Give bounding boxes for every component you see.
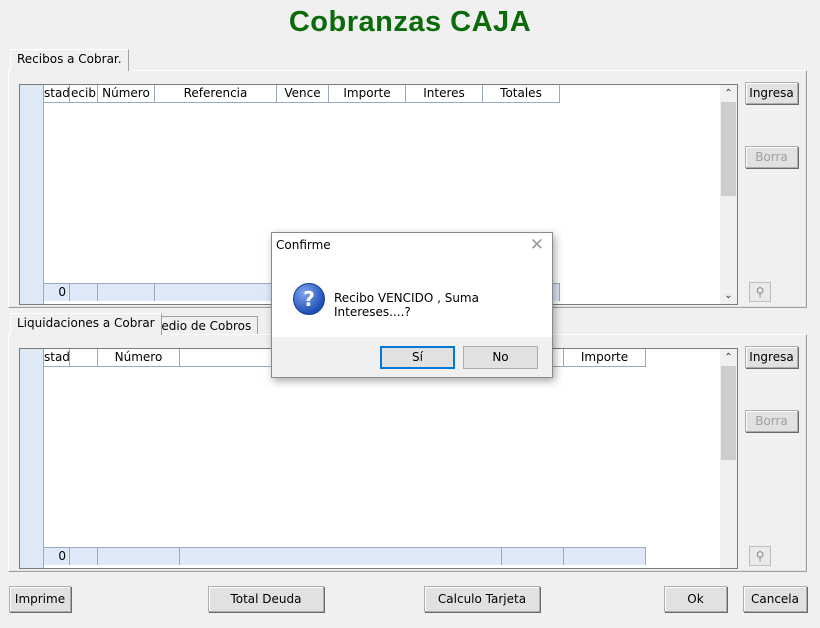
column-header-interes[interactable]: Interes (406, 85, 483, 103)
footer-cell (564, 547, 646, 565)
footer-cell (70, 547, 98, 565)
dialog-message: Recibo VENCIDO , Suma Intereses....? (334, 291, 479, 319)
no-button[interactable]: No (463, 346, 538, 369)
liquidaciones-scrollbar[interactable]: ⌃ (720, 349, 737, 568)
footer-cell (502, 547, 564, 565)
question-icon: ? (293, 283, 325, 315)
confirm-dialog: Confirme ✕ ? Recibo VENCIDO , Suma Inter… (271, 232, 553, 378)
dialog-title: Confirme (276, 238, 331, 252)
footer-cell (70, 283, 98, 301)
scroll-down-icon[interactable]: ⌄ (720, 287, 737, 304)
footer-count: 0 (44, 547, 70, 565)
close-icon[interactable]: ✕ (530, 235, 544, 255)
total-deuda-button[interactable]: Total Deuda (208, 586, 324, 612)
scroll-up-icon[interactable]: ⌃ (720, 85, 737, 102)
dialog-body: ? Recibo VENCIDO , Suma Intereses....? (272, 259, 552, 337)
column-header-estado[interactable]: stad (44, 349, 70, 367)
footer-count: 0 (44, 283, 70, 301)
column-header-totales[interactable]: Totales (483, 85, 560, 103)
ok-button[interactable]: Ok (664, 586, 727, 612)
footer-cell (98, 283, 155, 301)
liquidaciones-grid[interactable]: stad Número Importe 0 ⌃ (19, 348, 738, 569)
liquidaciones-grid-footer: 0 (44, 547, 646, 565)
window-title: Cobranzas CAJA (288, 6, 532, 38)
column-header-referencia[interactable]: Referencia (155, 85, 277, 103)
column-header-importe[interactable]: Importe (564, 349, 646, 367)
column-header-importe[interactable]: Importe (329, 85, 406, 103)
tab-liquidaciones-a-cobrar[interactable]: Liquidaciones a Cobrar (10, 313, 162, 335)
imprime-button[interactable]: Imprime (9, 586, 71, 612)
grid-row-header (20, 85, 44, 304)
search-icon[interactable]: ⚲ (749, 546, 771, 566)
calculo-tarjeta-button[interactable]: Calculo Tarjeta (424, 586, 540, 612)
recibos-grid-header: stad ecib Número Referencia Vence Import… (44, 85, 560, 103)
scroll-up-icon[interactable]: ⌃ (720, 349, 737, 366)
column-header-numero[interactable]: Número (98, 85, 155, 103)
cancela-button[interactable]: Cancela (743, 586, 807, 612)
liquidaciones-borra-button[interactable]: Borra (745, 410, 798, 432)
recibos-ingresa-button[interactable]: Ingresa (745, 82, 798, 104)
column-header-vence[interactable]: Vence (277, 85, 329, 103)
dialog-titlebar: Confirme ✕ (272, 233, 552, 259)
recibos-scrollbar[interactable]: ⌃ ⌄ (720, 85, 737, 304)
footer-cell (98, 547, 180, 565)
liquidaciones-ingresa-button[interactable]: Ingresa (745, 346, 798, 368)
search-icon[interactable]: ⚲ (749, 282, 771, 302)
scroll-thumb[interactable] (721, 366, 736, 460)
column-header-numero[interactable]: Número (98, 349, 180, 367)
scroll-thumb[interactable] (721, 102, 736, 196)
column-header-recibo[interactable]: ecib (70, 85, 98, 103)
column-header-estado[interactable]: stad (44, 85, 70, 103)
grid-row-header (20, 349, 44, 568)
footer-cell (155, 283, 277, 301)
recibos-borra-button[interactable]: Borra (745, 146, 798, 168)
tab-recibos-a-cobrar[interactable]: Recibos a Cobrar. (10, 49, 129, 71)
footer-cell (180, 547, 502, 565)
yes-button[interactable]: Sí (380, 346, 455, 369)
column-header-2[interactable] (70, 349, 98, 367)
